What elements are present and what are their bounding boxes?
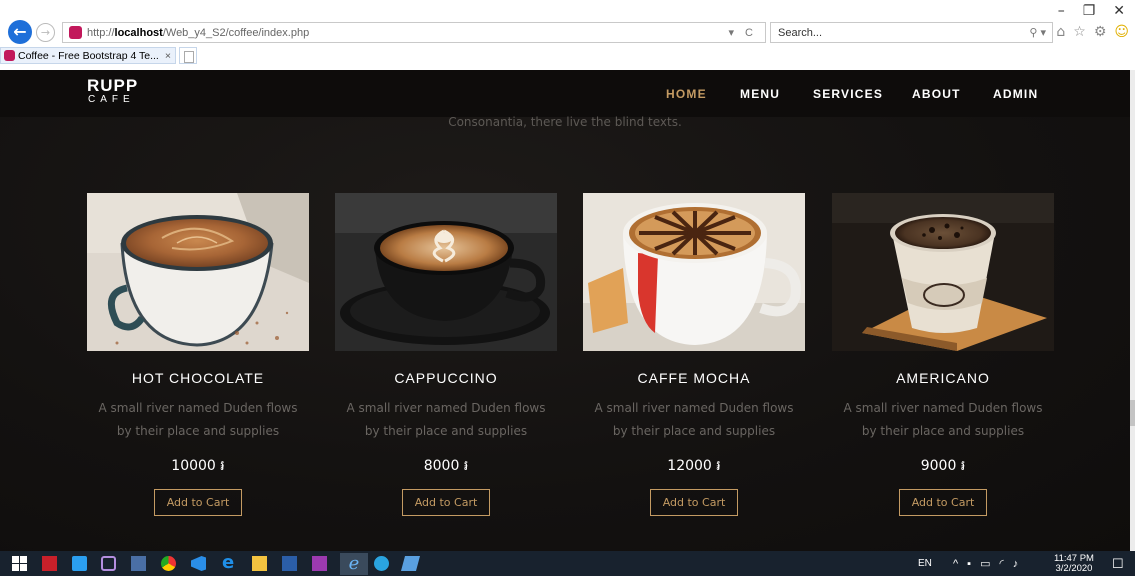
input-language[interactable]: EN	[918, 551, 932, 576]
tab-title: Coffee - Free Bootstrap 4 Te...	[18, 49, 159, 62]
internet-explorer-icon[interactable]: e	[340, 553, 368, 575]
search-input[interactable]: Search... ⚲ ▾	[770, 22, 1053, 43]
browser-tab[interactable]: Coffee - Free Bootstrap 4 Te... ×	[0, 47, 176, 64]
brand-sub: CAFE	[88, 94, 135, 105]
chrome-icon[interactable]	[161, 556, 176, 571]
nav-about[interactable]: ABOUT	[912, 70, 961, 117]
notifications-icon[interactable]: ☐	[1112, 551, 1124, 576]
browser-chrome: ← → http://localhost/Web_y4_S2/coffee/in…	[0, 0, 1135, 70]
add-to-cart-button[interactable]: Add to Cart	[650, 489, 738, 516]
wifi-icon[interactable]: ◜	[999, 557, 1003, 570]
product-description: A small river named Duden flows by their…	[321, 397, 571, 443]
close-icon[interactable]: ✕	[1113, 0, 1125, 22]
nav-admin[interactable]: ADMIN	[993, 70, 1038, 117]
word-icon[interactable]	[282, 556, 297, 571]
product-description: A small river named Duden flows by their…	[569, 397, 819, 443]
product-price: 9000 ៛	[920, 458, 966, 474]
brand-main: RUPP	[87, 76, 139, 95]
product-price: 8000 ៛	[423, 458, 469, 474]
browser-toolbar-icons: ⌂ ☆ ⚙ ☺	[1056, 24, 1129, 40]
nav-home[interactable]: HOME	[666, 70, 707, 117]
section-tagline: Consonantia, there live the blind texts.	[448, 115, 682, 129]
taskbar-clock[interactable]: 11:47 PM 3/2/2020	[1054, 554, 1094, 574]
nav-menu[interactable]: MENU	[740, 70, 780, 117]
vscode-icon[interactable]	[191, 556, 206, 571]
product-image-cappuccino[interactable]	[335, 193, 557, 351]
search-placeholder: Search...	[778, 26, 823, 39]
product-price: 10000 ៛	[171, 458, 225, 474]
add-to-cart-button[interactable]: Add to Cart	[402, 489, 490, 516]
page-scrollbar[interactable]	[1130, 70, 1135, 551]
clock-date: 3/2/2020	[1055, 563, 1093, 574]
product-description-line: A small river named Duden flows	[98, 401, 298, 415]
product-description-line: by their place and supplies	[116, 424, 280, 438]
address-bar[interactable]: http://localhost/Web_y4_S2/coffee/index.…	[62, 22, 766, 43]
product-name: CAFFE MOCHA	[637, 370, 751, 386]
product-description: A small river named Duden flows by their…	[73, 397, 323, 443]
home-icon[interactable]: ⌂	[1056, 24, 1065, 40]
refresh-icon[interactable]: ▾ C	[728, 26, 757, 39]
restore-icon[interactable]: ❐	[1083, 0, 1096, 22]
edge-icon[interactable]: e	[222, 554, 237, 572]
snipping-tool-icon[interactable]	[131, 556, 146, 571]
new-tab-button[interactable]	[179, 47, 197, 64]
access-app-icon[interactable]	[42, 556, 57, 571]
winrar-icon[interactable]	[312, 556, 327, 571]
product-description: A small river named Duden flows by their…	[818, 397, 1068, 443]
product-image-hot-chocolate[interactable]	[87, 193, 309, 351]
visual-studio-icon[interactable]	[101, 556, 116, 571]
product-name: CAPPUCCINO	[394, 370, 498, 386]
chevron-up-icon[interactable]: ^	[953, 558, 958, 570]
product-description-line: by their place and supplies	[612, 424, 776, 438]
brand-logo[interactable]: RUPP CAFE	[87, 77, 138, 106]
product-price: 12000 ៛	[667, 458, 721, 474]
feedback-smiley-icon[interactable]: ☺	[1114, 24, 1129, 40]
telegram-icon[interactable]	[374, 556, 389, 571]
product-description-line: by their place and supplies	[364, 424, 528, 438]
system-tray: ^ ▪ ▭ ◜ ♪	[953, 551, 1018, 576]
tab-close-icon[interactable]: ×	[165, 50, 171, 62]
settings-gear-icon[interactable]: ⚙	[1094, 24, 1107, 40]
product-name: HOT CHOCOLATE	[131, 370, 265, 386]
product-image-americano[interactable]	[832, 193, 1054, 351]
url-protocol: http://	[87, 26, 115, 39]
site-favicon-icon	[69, 26, 82, 39]
volume-icon[interactable]: ♪	[1013, 558, 1019, 570]
product-description-line: by their place and supplies	[861, 424, 1025, 438]
minimize-icon[interactable]: –	[1058, 0, 1065, 22]
tab-favicon-icon	[4, 50, 15, 61]
windows-start-icon[interactable]	[12, 556, 27, 571]
file-manager-icon[interactable]	[72, 556, 87, 571]
scrollbar-thumb[interactable]	[1130, 400, 1135, 426]
product-description-line: A small river named Duden flows	[594, 401, 794, 415]
product-description-line: A small river named Duden flows	[843, 401, 1043, 415]
search-icon[interactable]: ⚲ ▾	[1029, 26, 1046, 39]
product-description-line: A small river named Duden flows	[346, 401, 546, 415]
network-icon[interactable]: ▪	[967, 558, 971, 570]
web-page: RUPP CAFE HOME MENU SERVICES ABOUT ADMIN…	[0, 70, 1130, 551]
battery-icon[interactable]: ▭	[980, 557, 990, 570]
site-navbar: RUPP CAFE HOME MENU SERVICES ABOUT ADMIN	[0, 70, 1130, 117]
add-to-cart-button[interactable]: Add to Cart	[899, 489, 987, 516]
product-name: AMERICANO	[896, 370, 990, 386]
window-controls: – ❐ ✕	[1058, 0, 1125, 22]
url-path: /Web_y4_S2/coffee/index.php	[162, 26, 310, 39]
folder-icon[interactable]	[252, 556, 267, 571]
favorites-star-icon[interactable]: ☆	[1073, 24, 1086, 40]
product-image-caffe-mocha[interactable]	[583, 193, 805, 351]
url-host: localhost	[114, 26, 163, 39]
windows-taskbar: e e EN ^ ▪ ▭ ◜ ♪ 11:47 PM 3/2/2020 ☐	[0, 551, 1135, 576]
app-icon[interactable]	[400, 556, 421, 571]
back-button[interactable]: ←	[8, 20, 32, 44]
forward-button[interactable]: →	[36, 23, 55, 42]
nav-services[interactable]: SERVICES	[813, 70, 883, 117]
add-to-cart-button[interactable]: Add to Cart	[154, 489, 242, 516]
